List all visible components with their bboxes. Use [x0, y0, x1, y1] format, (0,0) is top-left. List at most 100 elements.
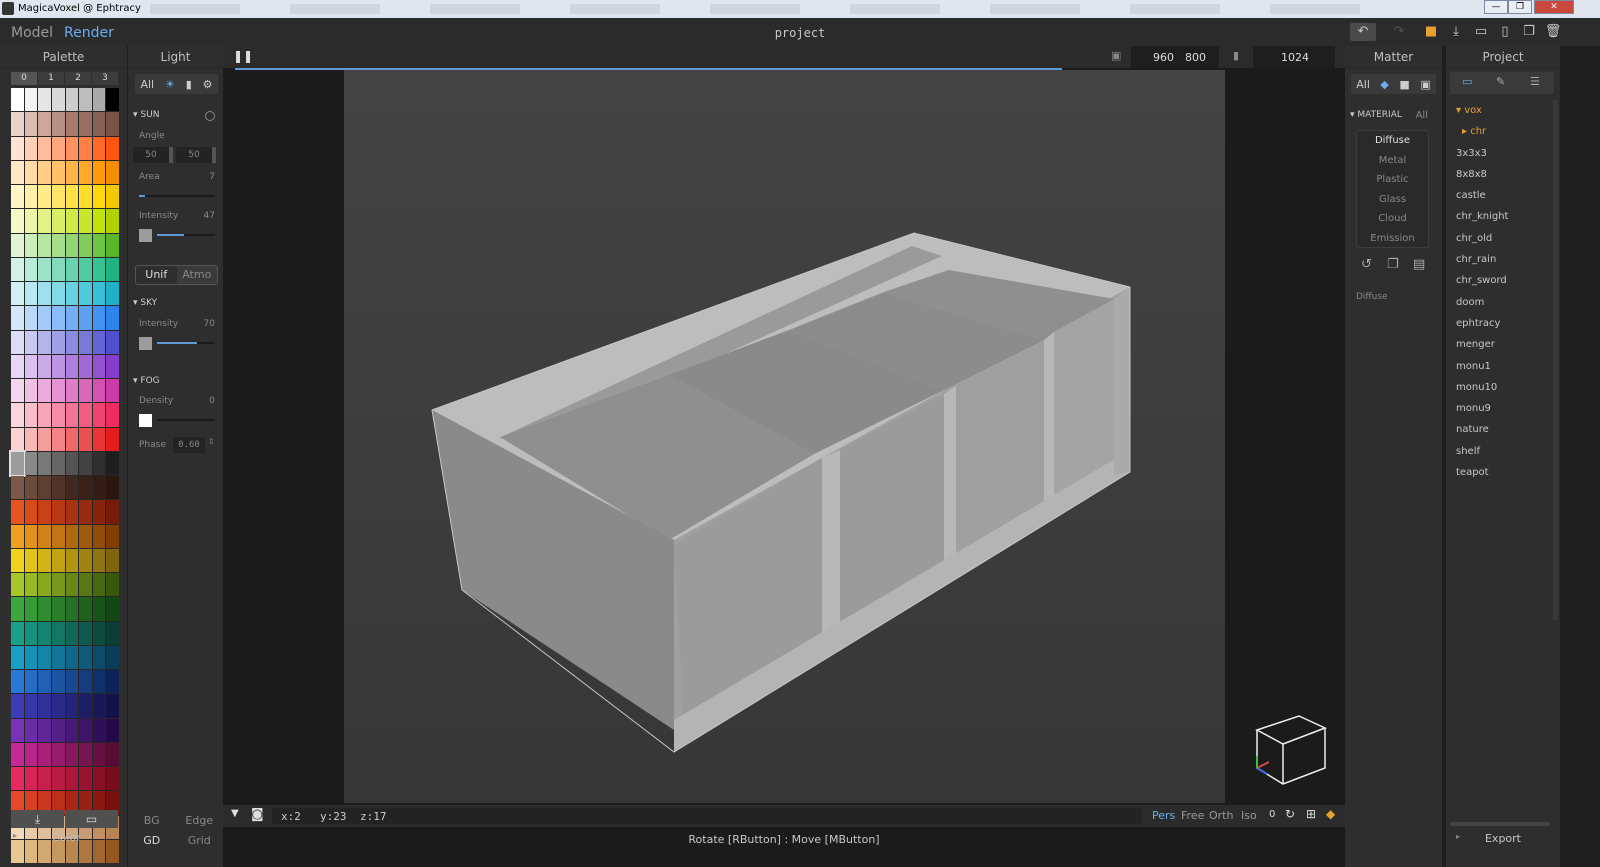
color-swatch[interactable] — [38, 233, 51, 257]
color-swatch[interactable] — [38, 136, 51, 160]
color-swatch[interactable] — [92, 500, 106, 524]
project-file-item[interactable]: monu1 — [1450, 356, 1550, 377]
project-file-item[interactable]: 3x3x3 — [1450, 143, 1550, 164]
color-swatch[interactable] — [92, 694, 106, 718]
color-swatch[interactable] — [65, 500, 79, 524]
color-swatch[interactable] — [24, 597, 38, 621]
color-swatch[interactable] — [92, 136, 106, 160]
view-orth-button[interactable]: Orth — [1209, 809, 1233, 822]
color-swatch[interactable] — [79, 500, 92, 524]
color-swatch[interactable] — [65, 233, 79, 257]
angle-a-handle[interactable] — [169, 147, 173, 163]
color-swatch[interactable] — [24, 573, 38, 597]
delete-icon[interactable]: 🗑 — [1544, 23, 1562, 41]
color-swatch[interactable] — [24, 354, 38, 378]
bars-icon[interactable]: ▮ — [186, 78, 192, 91]
color-swatch[interactable] — [51, 767, 65, 791]
color-swatch[interactable] — [92, 597, 106, 621]
color-swatch[interactable] — [11, 88, 24, 112]
project-file-item[interactable]: chr_old — [1450, 228, 1550, 249]
color-swatch[interactable] — [24, 500, 38, 524]
color-swatch[interactable] — [79, 451, 92, 475]
orientation-cube-icon[interactable] — [1249, 710, 1329, 790]
sky-section-title[interactable]: ▾ SKY — [133, 298, 157, 308]
color-swatch[interactable] — [106, 476, 119, 500]
color-swatch[interactable] — [38, 645, 51, 669]
color-swatch[interactable] — [11, 403, 24, 427]
pause-icon[interactable]: ❚❚ — [233, 49, 253, 63]
color-swatch[interactable] — [65, 282, 79, 306]
color-swatch[interactable] — [11, 548, 24, 572]
color-swatch[interactable] — [79, 88, 92, 112]
color-swatch[interactable] — [79, 670, 92, 694]
color-swatch[interactable] — [51, 354, 65, 378]
color-swatch[interactable] — [24, 476, 38, 500]
color-swatch[interactable] — [24, 136, 38, 160]
color-swatch[interactable] — [38, 403, 51, 427]
color-swatch[interactable] — [38, 209, 51, 233]
minimize-button[interactable]: — — [1484, 0, 1508, 14]
color-swatch[interactable] — [65, 767, 79, 791]
bg-button[interactable]: BG — [128, 814, 176, 827]
list-icon[interactable]: ☰ — [1530, 75, 1540, 88]
color-swatch[interactable] — [24, 282, 38, 306]
color-swatch[interactable] — [38, 524, 51, 548]
resolution-height[interactable]: 800 — [1185, 51, 1206, 64]
color-swatch[interactable] — [24, 112, 38, 136]
material-all[interactable]: All — [1416, 110, 1428, 121]
color-swatch[interactable] — [11, 500, 24, 524]
project-file-item[interactable]: monu9 — [1450, 398, 1550, 419]
sun-intensity-slider[interactable] — [157, 234, 215, 236]
color-swatch[interactable] — [79, 354, 92, 378]
color-swatch[interactable] — [92, 476, 106, 500]
project-file-item[interactable]: chr_sword — [1450, 270, 1550, 291]
color-swatch[interactable] — [106, 233, 119, 257]
color-swatch[interactable] — [38, 354, 51, 378]
grid-view-icon[interactable]: ⊞ — [1306, 807, 1316, 821]
color-swatch[interactable] — [51, 573, 65, 597]
color-swatch[interactable] — [24, 257, 38, 281]
color-swatch[interactable] — [106, 742, 119, 766]
color-swatch[interactable] — [65, 524, 79, 548]
project-scrollbar[interactable] — [1553, 100, 1558, 620]
color-swatch[interactable] — [106, 548, 119, 572]
color-swatch[interactable] — [11, 670, 24, 694]
color-swatch[interactable] — [24, 379, 38, 403]
color-swatch[interactable] — [79, 209, 92, 233]
density-slider[interactable] — [157, 419, 215, 421]
project-file-item[interactable]: monu10 — [1450, 377, 1550, 398]
material-plastic[interactable]: Plastic — [1357, 170, 1428, 190]
color-swatch[interactable] — [11, 573, 24, 597]
color-swatch[interactable] — [9, 449, 26, 478]
atmo-button[interactable]: Atmo — [177, 266, 218, 284]
video-camera-icon[interactable]: ■ — [1399, 78, 1409, 91]
color-swatch[interactable] — [24, 694, 38, 718]
color-swatch[interactable] — [51, 185, 65, 209]
color-swatch[interactable] — [106, 379, 119, 403]
color-swatch[interactable] — [51, 670, 65, 694]
material-section-title[interactable]: ▾ MATERIAL — [1350, 110, 1402, 120]
color-swatch[interactable] — [106, 718, 119, 742]
color-swatch[interactable] — [24, 330, 38, 354]
color-swatch[interactable] — [38, 718, 51, 742]
folder-chr[interactable]: ▸ chr — [1450, 121, 1550, 142]
color-swatch[interactable] — [106, 670, 119, 694]
color-swatch[interactable] — [106, 621, 119, 645]
color-swatch[interactable] — [11, 233, 24, 257]
color-swatch[interactable] — [38, 767, 51, 791]
area-slider[interactable] — [139, 195, 215, 197]
render-scene[interactable] — [344, 70, 1225, 803]
color-swatch[interactable] — [92, 160, 106, 184]
color-swatch[interactable] — [51, 742, 65, 766]
color-swatch[interactable] — [38, 451, 51, 475]
color-swatch[interactable] — [51, 209, 65, 233]
project-file-item[interactable]: castle — [1450, 185, 1550, 206]
color-swatch[interactable] — [79, 742, 92, 766]
color-swatch[interactable] — [24, 670, 38, 694]
color-swatch[interactable] — [24, 160, 38, 184]
new-file-icon[interactable]: ▯ — [1496, 23, 1514, 41]
color-swatch[interactable] — [65, 403, 79, 427]
color-swatch[interactable] — [51, 694, 65, 718]
reset-material-icon[interactable]: ↺ — [1361, 257, 1372, 272]
color-swatch[interactable] — [24, 403, 38, 427]
